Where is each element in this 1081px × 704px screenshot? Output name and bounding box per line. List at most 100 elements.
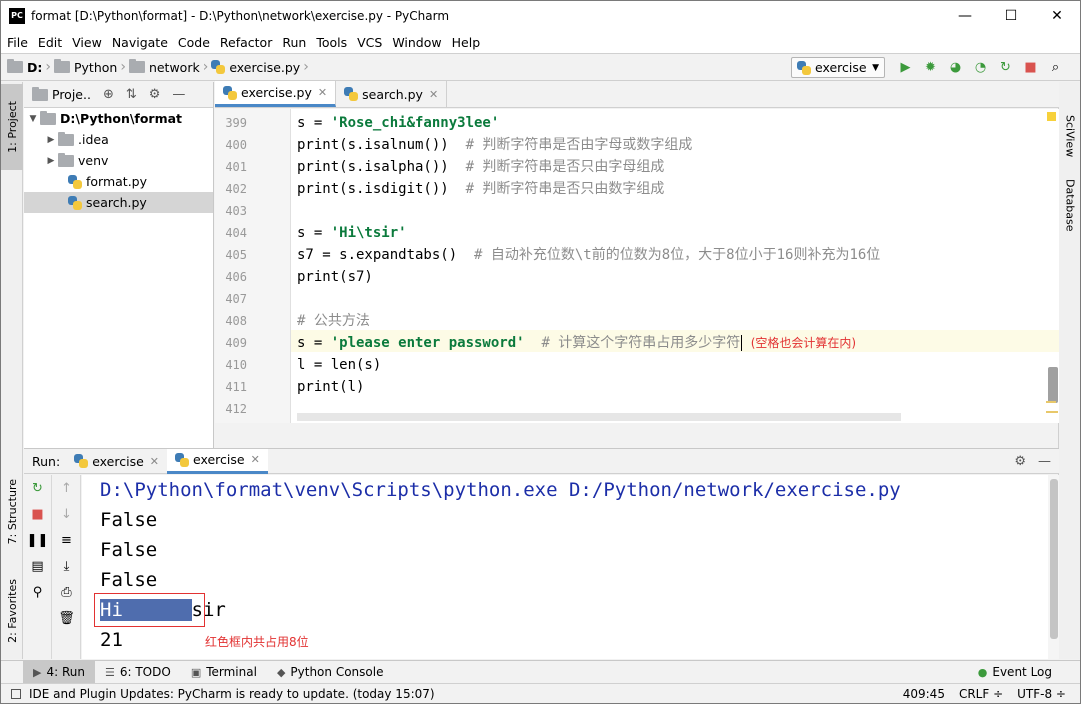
soft-wrap-icon[interactable]: ≡ [53,527,80,553]
bottom-tab-terminal[interactable]: ▣ Terminal [181,661,267,684]
bottom-tab-todo[interactable]: ☰ 6: TODO [95,661,181,684]
caret-position[interactable]: 409:45 [903,687,945,701]
tree-item-label: search.py [86,195,147,210]
locate-icon[interactable]: ⊕ [103,87,114,102]
event-log-icon: ● [977,665,988,679]
pause-icon[interactable]: ❚❚ [24,527,51,553]
run-icon[interactable]: ▶ [893,60,918,75]
run-configuration-select[interactable]: exercise ▼ [791,57,885,78]
coverage-icon[interactable]: ◕ [943,60,968,75]
tree-item-idea[interactable]: ▶ .idea [24,129,213,150]
tool-tab-database[interactable]: Database [1059,170,1080,240]
breadcrumb-drive[interactable]: D: [27,60,42,75]
python-console-icon: ◆ [276,665,286,679]
search-icon[interactable]: ⌕ [1043,60,1068,75]
code-text: s = [297,225,331,241]
menu-view[interactable]: View [72,35,102,50]
rerun-icon[interactable]: ↻ [993,60,1018,75]
code-line-400: print(s.isalnum()) # 判断字符串是否由字母或数字组成 [297,134,692,156]
tool-windows-icon[interactable] [11,689,21,699]
warning-marker[interactable] [1047,112,1056,121]
menu-navigate[interactable]: Navigate [112,35,168,50]
code-line-411: print(l) [297,379,365,395]
pycharm-app-icon: PC [9,8,25,24]
run-tab-exercise-1[interactable]: exercise ✕ [66,449,167,474]
menu-file[interactable]: File [7,35,28,50]
breadcrumb-file[interactable]: exercise.py [229,60,300,75]
code-editor[interactable]: s = 'Rose_chi&fanny3lee' print(s.isalnum… [291,109,1059,423]
code-line-404: s = 'Hi\tsir' [297,222,407,244]
red-highlight-box [94,593,205,627]
print-icon[interactable]: ⎙ [53,579,80,605]
minimize-button[interactable]: — [942,1,988,31]
run-toolbar-primary: ↻ ■ ❚❚ ▤ ⚲ [24,475,52,659]
terminal-icon: ▣ [190,665,202,679]
close-icon[interactable]: ✕ [318,86,327,99]
code-line-406: print(s7) [297,269,373,285]
bottom-tab-python-console[interactable]: ◆ Python Console [267,661,394,684]
close-icon[interactable]: ✕ [251,453,260,466]
line-separator[interactable]: CRLF ÷ [959,687,1003,701]
bottom-tab-run[interactable]: ▶ 4: Run [23,660,95,684]
gear-icon[interactable]: ⚙ [149,87,161,102]
close-button[interactable]: ✕ [1034,1,1080,31]
breadcrumb-python[interactable]: Python [74,60,117,75]
line-number: 409 [225,336,247,350]
trash-icon[interactable]: 🗑 [53,605,80,631]
run-console[interactable]: D:\Python\format\venv\Scripts\python.exe… [82,475,1048,659]
editor-tab-exercise[interactable]: exercise.py ✕ [215,81,337,107]
close-icon[interactable]: ✕ [429,88,438,101]
pin-icon[interactable]: ⚲ [24,579,51,605]
console-scrollbar[interactable] [1050,479,1058,639]
collapse-icon[interactable]: ⇅ [126,87,137,102]
run-tab-exercise-2[interactable]: exercise ✕ [167,448,268,474]
hide-icon[interactable]: — [1038,454,1051,469]
menu-run[interactable]: Run [282,35,306,50]
editor-vertical-scrollbar[interactable] [1048,367,1058,403]
tree-item-format-py[interactable]: format.py [24,171,213,192]
editor-tab-search[interactable]: search.py ✕ [336,81,448,107]
line-number: 407 [225,292,247,306]
editor-horizontal-scrollbar[interactable] [297,413,901,421]
stop-icon[interactable]: ■ [1018,60,1043,75]
profile-icon[interactable]: ◔ [968,60,993,75]
stop-icon[interactable]: ■ [24,501,51,527]
event-log-button[interactable]: ● Event Log [968,661,1062,684]
chevron-right-icon: › [120,59,126,75]
rerun-icon[interactable]: ↻ [24,475,51,501]
arrow-down-icon[interactable]: ↓ [53,501,80,527]
menu-vcs[interactable]: VCS [357,35,382,50]
python-file-icon [223,85,237,100]
python-file-icon [74,454,89,468]
tool-tab-structure[interactable]: 7: Structure [1,470,23,554]
menu-tools[interactable]: Tools [316,35,347,50]
hide-icon[interactable]: — [172,87,185,102]
code-line-408: # 公共方法 [297,313,370,329]
tool-tab-structure-label: 7: Structure [5,479,19,545]
drive-icon [7,59,23,73]
menu-edit[interactable]: Edit [38,35,62,50]
code-comment: # 判断字符串是否只由数字组成 [465,181,665,197]
debug-icon[interactable]: ✹ [918,60,943,75]
line-number: 412 [225,402,247,416]
menu-refactor[interactable]: Refactor [220,35,272,50]
menu-window[interactable]: Window [392,35,441,50]
layout-icon[interactable]: ▤ [24,553,51,579]
menu-code[interactable]: Code [178,35,210,50]
maximize-button[interactable]: ☐ [988,1,1034,31]
arrow-up-icon[interactable]: ↑ [53,475,80,501]
tool-tab-sciview[interactable]: SciView [1059,106,1080,166]
close-icon[interactable]: ✕ [150,455,159,468]
tool-tab-favorites[interactable]: 2: Favorites [1,568,23,654]
tool-tab-project[interactable]: 1: Project [1,84,23,170]
tree-root[interactable]: ▼ D:\Python\format [24,108,213,129]
gear-icon[interactable]: ⚙ [1014,454,1026,469]
breadcrumb-network[interactable]: network [149,60,200,75]
project-view-select[interactable]: Proje.. [52,87,91,102]
tree-item-search-py[interactable]: search.py [24,192,213,213]
scroll-to-end-icon[interactable]: ⤓ [53,553,80,579]
tree-item-venv[interactable]: ▶ venv [24,150,213,171]
file-encoding[interactable]: UTF-8 ÷ [1017,687,1066,701]
menu-help[interactable]: Help [452,35,481,50]
status-message[interactable]: IDE and Plugin Updates: PyCharm is ready… [29,687,435,701]
